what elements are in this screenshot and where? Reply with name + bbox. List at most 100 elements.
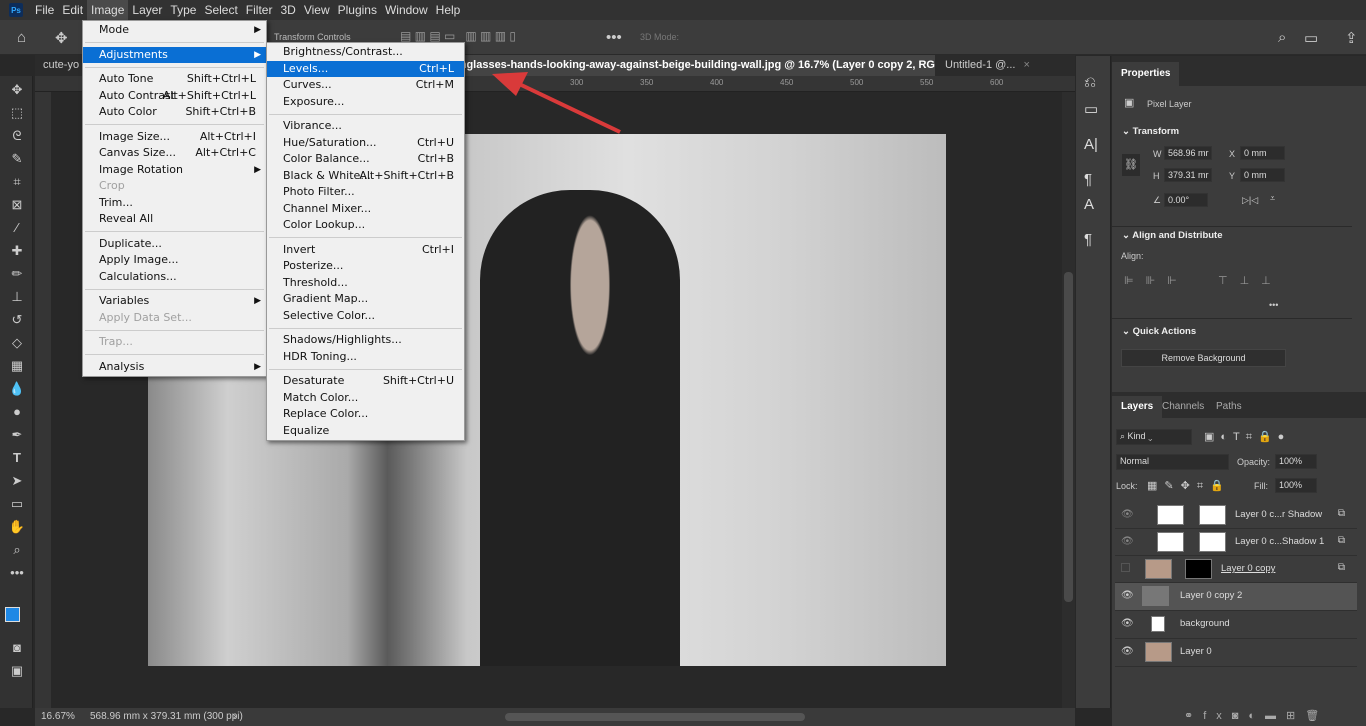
hand-tool-icon[interactable]: ✋ <box>7 519 27 537</box>
fill-field[interactable]: 100% <box>1275 478 1317 493</box>
link-icon[interactable]: ⛓ <box>1122 154 1140 176</box>
menu-item-levels[interactable]: Levels... Ctrl+L <box>267 60 464 77</box>
menu-item-auto-tone[interactable]: Auto Tone Shift+Ctrl+L <box>83 71 266 88</box>
foreground-color-swatch[interactable] <box>5 607 20 622</box>
filter-type-icons[interactable]: ▣◐T⌗🔒● <box>1204 430 1290 444</box>
menu-help[interactable]: Help <box>432 0 465 20</box>
paragraph-styles-icon[interactable]: ¶ <box>1084 171 1092 188</box>
menu-item-selective-color[interactable]: Selective Color... <box>267 308 464 325</box>
marquee-tool-icon[interactable]: ⬚ <box>7 105 27 123</box>
paragraph-icon[interactable]: ¶ <box>1084 231 1092 248</box>
menu-item-apply-image[interactable]: Apply Image... <box>83 252 266 269</box>
menu-item-trim[interactable]: Trim... <box>83 195 266 212</box>
menu-file[interactable]: File <box>31 0 58 20</box>
character-icon[interactable]: A| <box>1084 136 1098 153</box>
align-section-header[interactable]: ⌄ Align and Distribute <box>1122 230 1223 241</box>
status-menu-arrow-icon[interactable]: › <box>233 708 236 726</box>
blur-tool-icon[interactable]: 💧 <box>7 381 27 399</box>
eraser-icon[interactable]: ◇ <box>7 335 27 353</box>
opacity-field[interactable]: 100% <box>1275 454 1317 469</box>
tab-untitled-1[interactable]: Untitled-1 @... × <box>937 55 1057 76</box>
menu-item-calculations[interactable]: Calculations... <box>83 269 266 286</box>
more-tools-icon[interactable]: ••• <box>7 565 27 583</box>
flip-horizontal-icon[interactable]: ▷|◁ <box>1242 195 1258 206</box>
history-icon[interactable]: ⎌ <box>1084 74 1096 91</box>
frame-tool-icon[interactable]: ⊠ <box>7 197 27 215</box>
home-icon[interactable]: ⌂ <box>17 29 26 46</box>
menu-item-threshold[interactable]: Threshold... <box>267 275 464 292</box>
eye-icon[interactable]: 👁 <box>1121 646 1134 657</box>
menu-item-hue-saturation[interactable]: Hue/Saturation... Ctrl+U <box>267 135 464 152</box>
workspace-icon[interactable]: ▭ <box>1304 29 1318 47</box>
eye-icon[interactable]: 👁 <box>1121 618 1134 629</box>
menu-item-hdr-toning[interactable]: HDR Toning... <box>267 349 464 366</box>
menu-item-duplicate[interactable]: Duplicate... <box>83 236 266 253</box>
zoom-tool-icon[interactable]: ⌕ <box>7 542 27 560</box>
eyedropper-icon[interactable]: ⁄ <box>7 220 27 238</box>
menu-select[interactable]: Select <box>200 0 241 20</box>
more-options-button[interactable]: ••• <box>1269 300 1278 310</box>
brush-tool-icon[interactable]: ✏ <box>7 266 27 284</box>
menu-item-photo-filter[interactable]: Photo Filter... <box>267 184 464 201</box>
tab-properties[interactable]: Properties <box>1112 62 1180 86</box>
layer-row[interactable]: 👁 Layer 0 c...Shadow 1 ⧉ <box>1115 529 1357 556</box>
menu-item-match-color[interactable]: Match Color... <box>267 390 464 407</box>
menu-item-gradient-map[interactable]: Gradient Map... <box>267 291 464 308</box>
gradient-tool-icon[interactable]: ▦ <box>7 358 27 376</box>
move-tool-icon[interactable]: ✥ <box>7 82 27 100</box>
dodge-tool-icon[interactable]: ● <box>7 404 27 422</box>
move-tool-icon[interactable]: ✥ <box>55 29 68 47</box>
menu-item-analysis[interactable]: Analysis ▶ <box>83 359 266 376</box>
filter-kind-select[interactable]: ⌕ Kind ⌄ <box>1116 429 1192 445</box>
align-icons[interactable]: ▤ ▥ ▤ ▭ ▥ ▥ ▥ ▯ <box>400 29 516 43</box>
clone-stamp-icon[interactable]: ⊥ <box>7 289 27 307</box>
menu-item-desaturate[interactable]: Desaturate Shift+Ctrl+U <box>267 373 464 390</box>
menu-item-replace-color[interactable]: Replace Color... <box>267 406 464 423</box>
pen-tool-icon[interactable]: ✒ <box>7 427 27 445</box>
quick-actions-header[interactable]: ⌄ Quick Actions <box>1122 326 1196 337</box>
layer-actions-bar[interactable]: ⚭fx◙◐▬⊞🗑 <box>1184 709 1329 722</box>
menu-window[interactable]: Window <box>381 0 432 20</box>
history-brush-icon[interactable]: ↺ <box>7 312 27 330</box>
tab-paths[interactable]: Paths <box>1207 396 1251 418</box>
menu-item-mode[interactable]: Mode ▶ <box>83 22 266 39</box>
menu-item-color-lookup[interactable]: Color Lookup... <box>267 217 464 234</box>
menu-view[interactable]: View <box>300 0 334 20</box>
menu-edit[interactable]: Edit <box>58 0 87 20</box>
menu-item-equalize[interactable]: Equalize <box>267 423 464 440</box>
menu-image[interactable]: Image <box>87 0 129 20</box>
y-field[interactable]: 0 mm <box>1240 168 1285 182</box>
menu-item-auto-contrast[interactable]: Auto Contrast Alt+Shift+Ctrl+L <box>83 88 266 105</box>
menu-item-color-balance[interactable]: Color Balance... Ctrl+B <box>267 151 464 168</box>
angle-field[interactable]: 0.00° <box>1164 193 1208 207</box>
eye-icon[interactable]: 👁 <box>1121 509 1134 520</box>
align-buttons[interactable]: ⊫⊪⊩ <box>1124 274 1189 287</box>
blend-mode-select[interactable]: Normal <box>1116 454 1229 470</box>
share-icon[interactable]: ⇪ <box>1345 29 1358 47</box>
menu-item-posterize[interactable]: Posterize... <box>267 258 464 275</box>
layer-row[interactable]: 👁 background <box>1115 611 1357 639</box>
menu-filter[interactable]: Filter <box>242 0 277 20</box>
menu-plugins[interactable]: Plugins <box>334 0 381 20</box>
lasso-tool-icon[interactable]: ᘓ <box>7 128 27 146</box>
rectangle-tool-icon[interactable]: ▭ <box>7 496 27 514</box>
menu-item-brightness-contrast[interactable]: Brightness/Contrast... <box>267 44 464 61</box>
menu-type[interactable]: Type <box>166 0 200 20</box>
menu-item-shadows-highlights[interactable]: Shadows/Highlights... <box>267 332 464 349</box>
transform-section-header[interactable]: ⌄ Transform <box>1122 126 1179 137</box>
crop-tool-icon[interactable]: ⌗ <box>7 174 27 192</box>
menu-item-adjustments[interactable]: Adjustments ▶ <box>83 46 266 63</box>
align-vertical-buttons[interactable]: ⊤⊥⊥ <box>1218 274 1283 287</box>
eye-icon-hidden[interactable] <box>1121 563 1130 572</box>
menu-item-auto-color[interactable]: Auto Color Shift+Ctrl+B <box>83 104 266 121</box>
menu-item-exposure[interactable]: Exposure... <box>267 94 464 111</box>
screen-mode-icon[interactable]: ▣ <box>7 663 27 681</box>
width-field[interactable]: 568.96 mr <box>1164 146 1212 160</box>
type-tool-icon[interactable]: T <box>7 450 27 468</box>
layer-row[interactable]: 👁 Layer 0 c...r Shadow ⧉ <box>1115 502 1357 529</box>
layer-row-selected[interactable]: 👁 Layer 0 copy 2 <box>1115 583 1357 611</box>
quick-mask-icon[interactable]: ◙ <box>7 640 27 658</box>
menu-item-invert[interactable]: Invert Ctrl+I <box>267 242 464 259</box>
zoom-level[interactable]: 16.67% <box>41 708 75 726</box>
eye-icon[interactable]: 👁 <box>1121 590 1134 601</box>
